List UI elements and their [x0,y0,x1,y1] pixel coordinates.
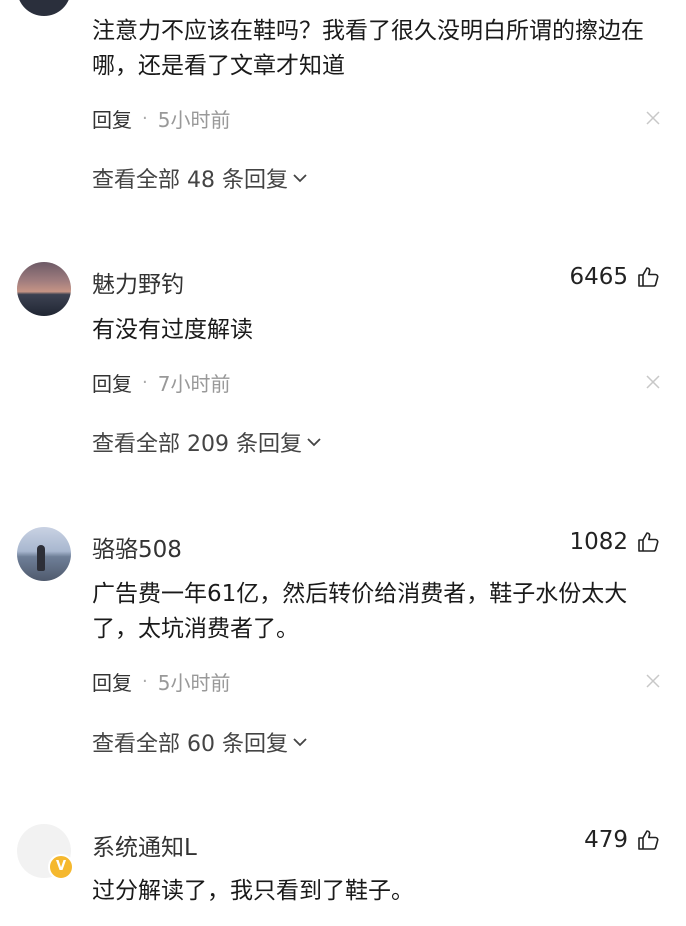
avatar[interactable]: V [17,824,74,880]
reply-button[interactable]: 回复 [92,368,132,397]
separator-dot: · [142,108,148,129]
view-all-replies-button[interactable]: 查看全部 48 条回复 [92,162,308,194]
view-all-replies-label: 查看全部 48 条回复 [92,168,288,193]
like-button[interactable]: 1082 [569,529,660,555]
avatar[interactable] [17,262,71,316]
like-count: 1082 [569,529,628,555]
close-icon[interactable] [646,375,660,389]
chevron-down-icon [293,738,307,747]
avatar-figure [37,545,45,571]
like-button[interactable]: 6465 [569,264,660,290]
comment-content: 有没有过度解读 [92,317,253,343]
like-button[interactable]: 479 [584,827,660,853]
view-all-replies-button[interactable]: 查看全部 60 条回复 [92,726,308,758]
chevron-down-icon [293,174,307,183]
comment-meta: 回复 · 7小时前 [92,368,230,397]
reply-button[interactable]: 回复 [92,667,132,696]
separator-dot: · [142,372,148,393]
thumbs-up-icon [638,830,659,850]
comment-time: 5小时前 [157,108,231,132]
reply-button[interactable]: 回复 [92,104,132,133]
comment-time: 5小时前 [157,671,231,695]
username[interactable]: 系统通知L [92,828,197,862]
verified-badge-icon: V [48,854,74,880]
comment-meta: 回复 · 5小时前 [92,104,230,133]
comment-content: 注意力不应该在鞋吗？我看了很久没明白所谓的擦边在哪，还是看了文章才知道 [92,18,644,79]
username[interactable]: 骆骆508 [92,530,182,564]
like-count: 6465 [569,264,628,290]
avatar[interactable] [17,527,71,581]
separator-dot: · [142,671,148,692]
chevron-down-icon [307,438,321,447]
close-icon[interactable] [646,674,660,688]
username[interactable]: 魅力野钓 [92,265,184,299]
comment-meta: 回复 · 5小时前 [92,667,230,696]
like-count: 479 [584,827,628,853]
view-all-replies-button[interactable]: 查看全部 209 条回复 [92,426,322,458]
close-icon[interactable] [646,111,660,125]
comment-content: 过分解读了，我只看到了鞋子。 [92,878,414,904]
view-all-replies-label: 查看全部 60 条回复 [92,732,288,757]
comment-content: 广告费一年61亿，然后转价给消费者，鞋子水份太大了，太坑消费者了。 [92,581,628,642]
thumbs-up-icon [638,532,659,552]
view-all-replies-label: 查看全部 209 条回复 [92,432,302,457]
avatar[interactable] [17,0,71,16]
thumbs-up-icon [638,267,659,287]
comment-time: 7小时前 [157,372,231,396]
